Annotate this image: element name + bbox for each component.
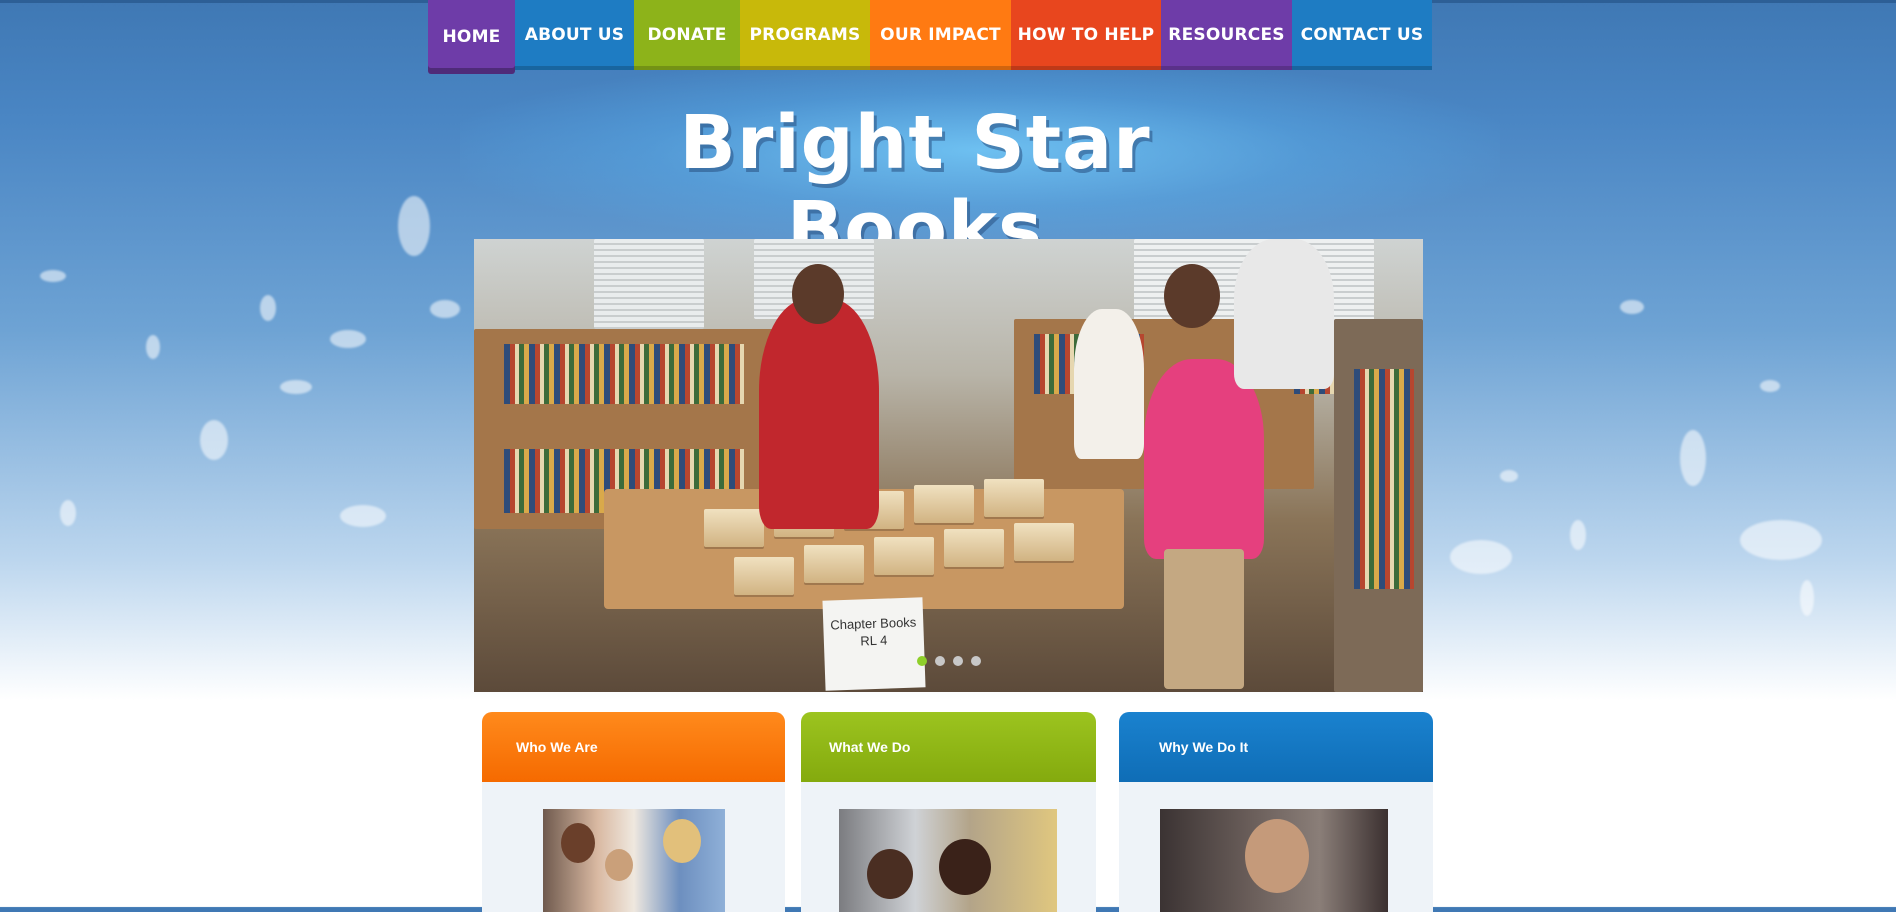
card-title: Why We Do It xyxy=(1159,739,1249,755)
nav-resources[interactable]: RESOURCES xyxy=(1161,0,1292,70)
slider-pagination xyxy=(474,656,1423,666)
main-nav: HOME ABOUT US DONATE PROGRAMS OUR IMPACT… xyxy=(428,0,1432,74)
card-header: Who We Are xyxy=(482,712,785,782)
hero-slider[interactable]: Chapter Books RL 4 xyxy=(474,239,1423,692)
nav-home[interactable]: HOME xyxy=(428,0,515,74)
card-header: Why We Do It xyxy=(1119,712,1433,782)
nav-contact-us[interactable]: CONTACT US xyxy=(1292,0,1432,70)
nav-donate[interactable]: DONATE xyxy=(634,0,740,70)
chapter-books-sign: Chapter Books RL 4 xyxy=(822,597,926,691)
card-why-we-do-it[interactable]: Why We Do It xyxy=(1119,712,1433,912)
slider-dot-2[interactable] xyxy=(934,656,945,666)
slider-dot-4[interactable] xyxy=(970,656,981,666)
card-photo xyxy=(839,809,1057,912)
card-photo xyxy=(1160,809,1388,912)
card-who-we-are[interactable]: Who We Are xyxy=(482,712,785,912)
card-header: What We Do xyxy=(801,712,1096,782)
card-what-we-do[interactable]: What We Do xyxy=(801,712,1096,912)
card-title: Who We Are xyxy=(516,739,598,755)
nav-programs[interactable]: PROGRAMS xyxy=(740,0,870,70)
nav-how-to-help[interactable]: HOW TO HELP xyxy=(1011,0,1161,70)
slider-dot-3[interactable] xyxy=(952,656,963,666)
nav-about-us[interactable]: ABOUT US xyxy=(515,0,634,70)
card-photo xyxy=(543,809,725,912)
nav-our-impact[interactable]: OUR IMPACT xyxy=(870,0,1011,70)
slider-dot-1[interactable] xyxy=(916,656,927,666)
card-title: What We Do xyxy=(829,739,911,755)
